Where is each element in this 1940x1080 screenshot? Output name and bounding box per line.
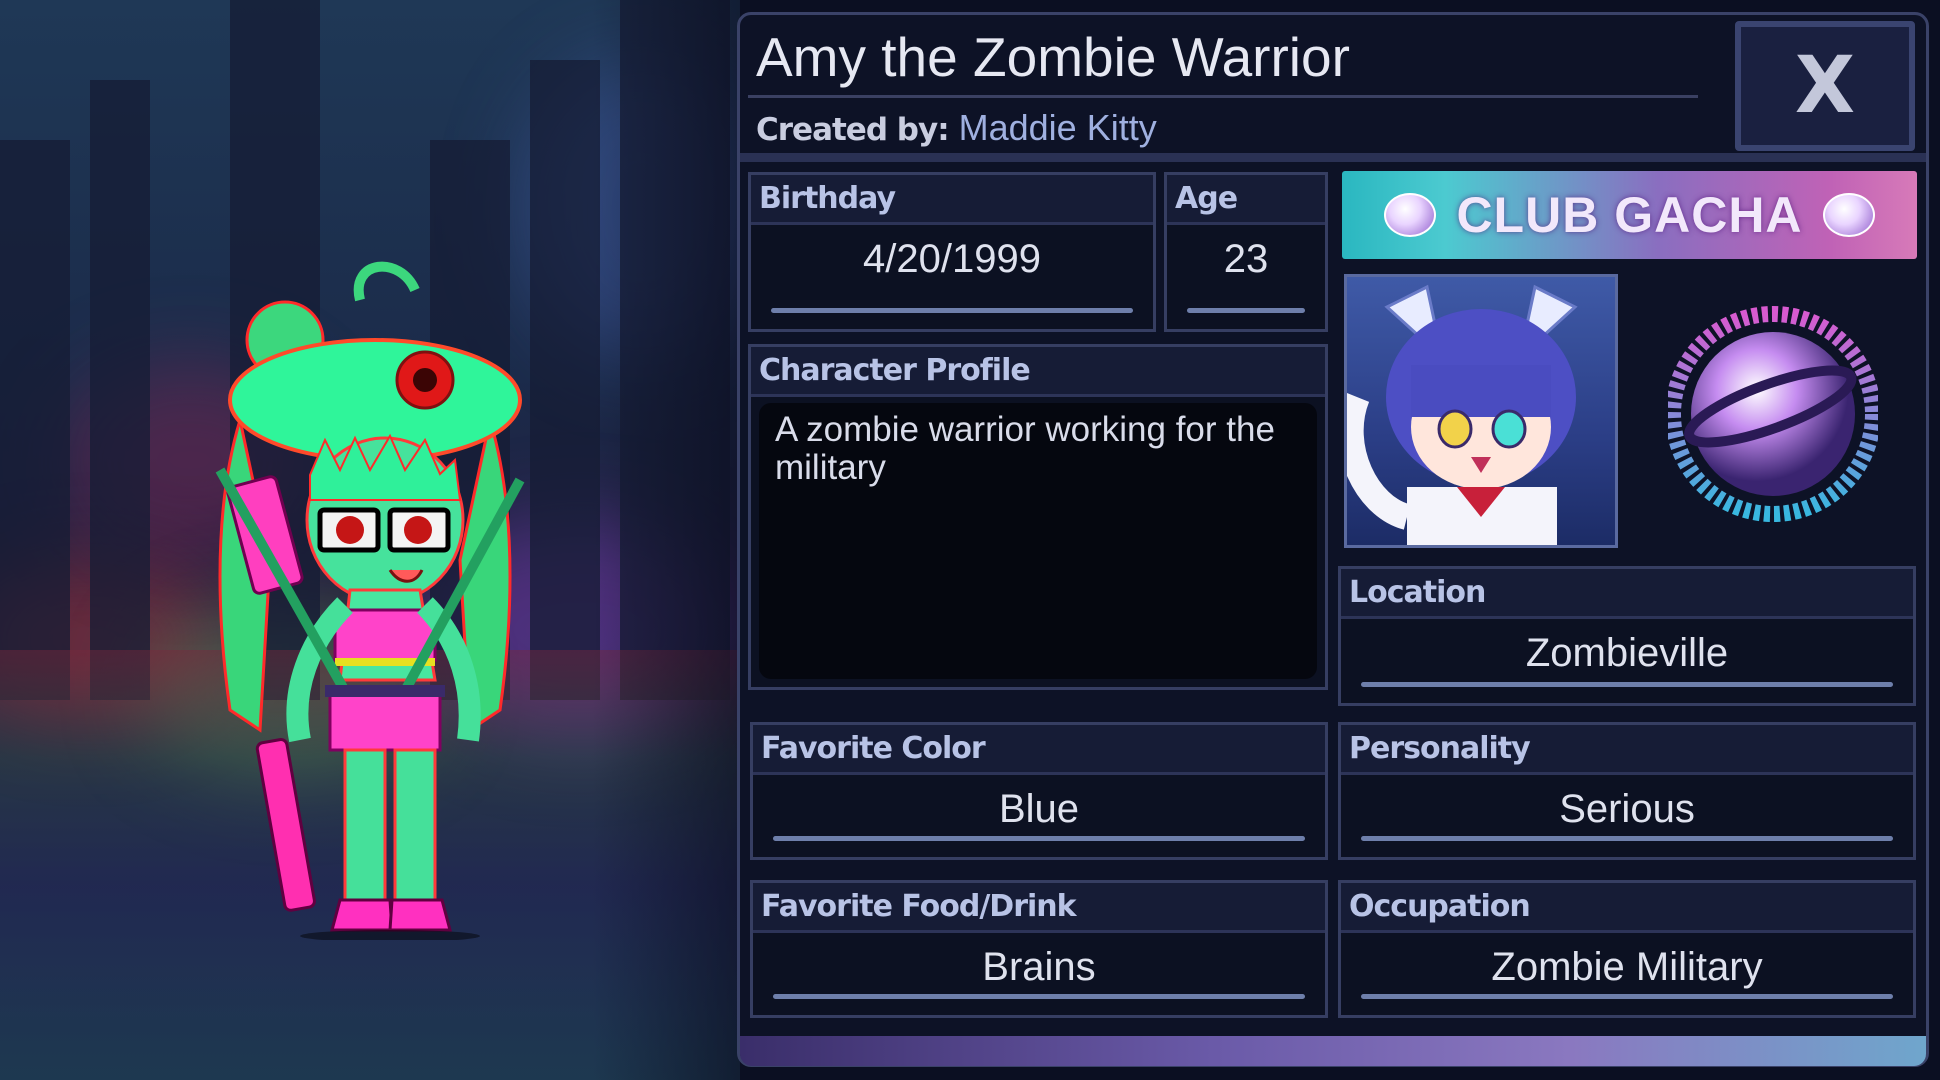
creator-avatar: [1344, 274, 1618, 548]
favorite-color-field: Favorite Color Blue: [750, 722, 1328, 860]
close-icon: X: [1794, 41, 1856, 131]
personality-field: Personality Serious: [1338, 722, 1916, 860]
audio-orb-badge-icon: [1668, 306, 1878, 522]
personality-value: Serious: [1559, 787, 1695, 831]
character-profile-label: Character Profile: [751, 347, 1325, 397]
character-name: Amy the Zombie Warrior: [756, 26, 1350, 88]
age-field: Age 23: [1164, 172, 1328, 332]
birthday-field: Birthday 4/20/1999: [748, 172, 1156, 332]
age-label: Age: [1167, 175, 1325, 225]
birthday-value: 4/20/1999: [863, 237, 1041, 281]
background-scene: [0, 0, 740, 1080]
favorite-food-field: Favorite Food/Drink Brains: [750, 880, 1328, 1018]
location-value: Zombieville: [1525, 631, 1729, 675]
birthday-label: Birthday: [751, 175, 1153, 225]
favorite-food-underline: [773, 994, 1305, 999]
club-gacha-logo-text: CLUB GACHA: [1456, 187, 1803, 243]
planet-orb-icon: [1384, 193, 1437, 237]
character-profile-textbox: A zombie warrior working for the militar…: [759, 403, 1317, 679]
planet-orb-icon: [1822, 193, 1875, 237]
location-underline: [1361, 682, 1893, 687]
location-field: Location Zombieville: [1338, 566, 1916, 706]
title-bar: Amy the Zombie Warrior Created by: Maddi…: [740, 15, 1730, 157]
occupation-field: Occupation Zombie Military: [1338, 880, 1916, 1018]
age-underline: [1187, 308, 1305, 313]
header-divider: [740, 153, 1926, 162]
favorite-food-value: Brains: [982, 945, 1096, 989]
favorite-food-label: Favorite Food/Drink: [753, 883, 1325, 933]
close-button[interactable]: X: [1735, 21, 1915, 151]
personality-label: Personality: [1341, 725, 1913, 775]
occupation-value: Zombie Military: [1491, 945, 1763, 989]
creator-line: Created by: Maddie Kitty: [756, 107, 1157, 149]
created-by-value: Maddie Kitty: [958, 107, 1157, 148]
character-profile-field: Character Profile A zombie warrior worki…: [748, 344, 1328, 690]
favorite-color-label: Favorite Color: [753, 725, 1325, 775]
favorite-color-underline: [773, 836, 1305, 841]
created-by-label: Created by:: [756, 112, 950, 148]
title-divider: [748, 95, 1698, 98]
favorite-color-value: Blue: [998, 787, 1080, 831]
character-sprite: [215, 261, 525, 940]
character-profile-text: A zombie warrior working for the militar…: [775, 410, 1275, 487]
occupation-underline: [1361, 994, 1893, 999]
panel-footer-bar: [740, 1036, 1926, 1066]
club-gacha-logo: CLUB GACHA: [1342, 171, 1917, 259]
personality-underline: [1361, 836, 1893, 841]
birthday-underline: [771, 308, 1133, 313]
age-value: 23: [1223, 237, 1269, 281]
location-label: Location: [1341, 569, 1913, 619]
occupation-label: Occupation: [1341, 883, 1913, 933]
